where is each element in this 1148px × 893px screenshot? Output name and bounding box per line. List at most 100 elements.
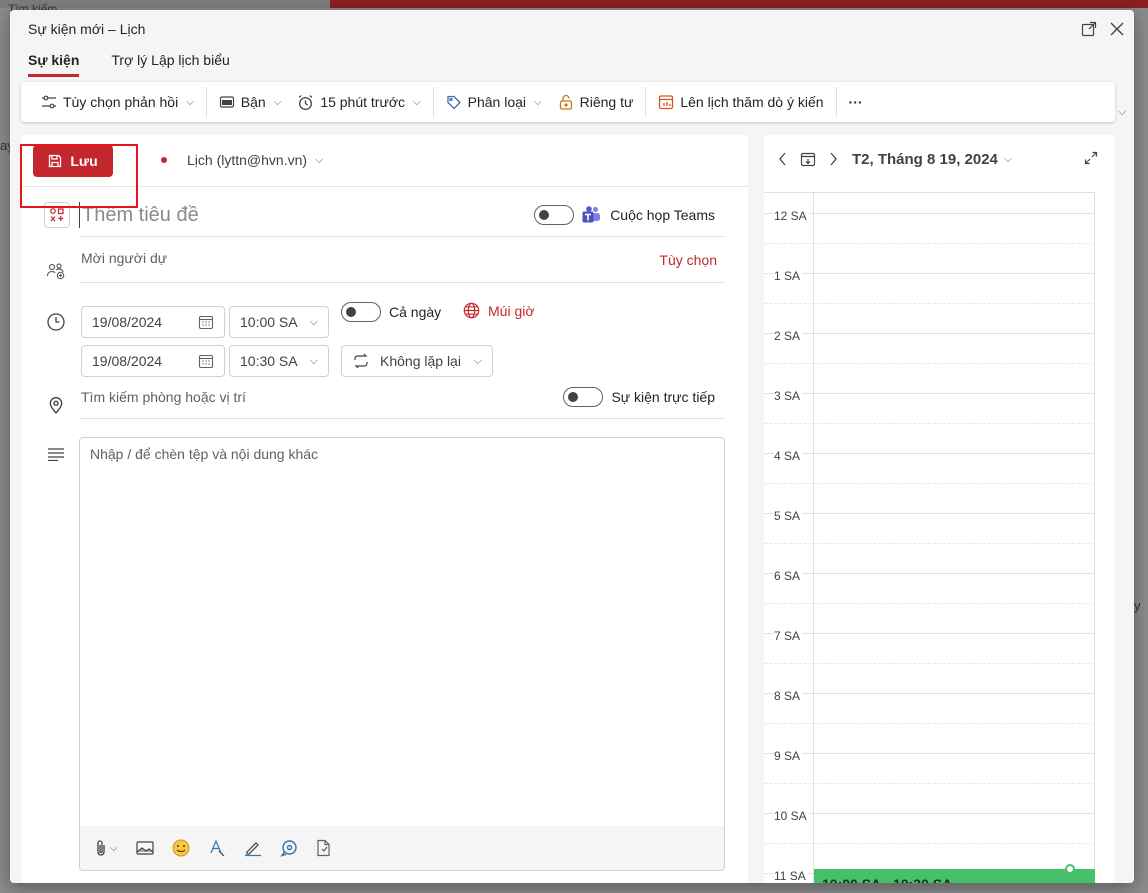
document-sparkle-icon [316, 839, 330, 857]
calendar-header: T2, Tháng 8 19, 2024 ⌵ [764, 135, 1114, 183]
hour-line [764, 393, 1095, 394]
in-person-label: Sự kiện trực tiếp [611, 389, 715, 405]
more-options-button[interactable]: ··· [841, 88, 871, 116]
start-time-picker[interactable]: 10:00 SA ⌵ [229, 306, 329, 338]
hour-line [764, 333, 1095, 334]
emoji-button[interactable] [172, 839, 190, 857]
hour-row[interactable]: 7 SA [764, 629, 1095, 693]
popout-button[interactable] [1078, 18, 1100, 40]
insert-picture-button[interactable] [135, 840, 154, 856]
save-icon [49, 154, 62, 168]
calendar-date-selector[interactable]: T2, Tháng 8 19, 2024 ⌵ [852, 151, 1012, 168]
half-hour-line [764, 243, 1095, 244]
tag-icon [446, 95, 461, 110]
ribbon-expand-chevron-icon[interactable]: ⌵ [1118, 106, 1126, 119]
hour-grid[interactable]: 12 SA 1 SA 2 SA 3 SA 4 SA 5 SA 6 SA 7 SA 8 SA 9 S… [764, 192, 1095, 883]
category-picker-button[interactable] [44, 202, 70, 228]
end-date-picker[interactable]: 19/08/2024 [81, 345, 225, 377]
title-row: Thêm tiêu đề Cuộc họp Teams [79, 197, 725, 237]
expand-calendar-button[interactable] [1084, 151, 1098, 165]
ribbon-toolbar: Tùy chọn phản hồi ⌵ Bận ⌵ 15 phút trước … [21, 82, 1115, 122]
categorize-button[interactable]: Phân loại ⌵ [438, 88, 550, 116]
teams-meeting-toggle[interactable] [534, 205, 575, 225]
attendees-input[interactable]: Mời người dự [81, 250, 167, 266]
calendar-event-block[interactable]: 10:00 SA - 10:30 SA [814, 864, 1095, 883]
repeat-icon [354, 353, 368, 369]
hour-row[interactable]: 2 SA [764, 329, 1095, 393]
hour-row[interactable]: 10 SA [764, 809, 1095, 873]
end-time-picker[interactable]: 10:30 SA ⌵ [229, 345, 329, 377]
loop-icon [279, 840, 297, 857]
calendar-selector[interactable]: Lịch (lyttn@hvn.vn) ⌵ [161, 152, 323, 168]
event-resize-handle-top[interactable] [1065, 864, 1075, 874]
calendar-date-label: T2, Tháng 8 19, 2024 [852, 151, 998, 168]
chevron-down-icon: ⌵ [1003, 153, 1013, 165]
text-lines-icon [45, 443, 67, 465]
save-label: Lưu [70, 153, 98, 169]
hour-line [764, 633, 1095, 634]
title-input[interactable]: Thêm tiêu đề [79, 202, 199, 228]
location-input[interactable]: Tìm kiếm phòng hoặc vị trí [81, 389, 246, 405]
show-as-button[interactable]: Bận ⌵ [211, 88, 290, 116]
response-options-button[interactable]: Tùy chọn phản hồi ⌵ [33, 88, 202, 116]
reminder-button[interactable]: 15 phút trước ⌵ [289, 88, 428, 116]
event-form-panel: Lưu Lịch (lyttn@hvn.vn) ⌵ Thêm tiêu đề C… [21, 135, 748, 883]
hour-label: 3 SA [774, 389, 803, 403]
calendar-icon [198, 354, 214, 369]
chevron-right-icon [830, 152, 837, 166]
close-icon [1110, 22, 1124, 36]
scheduling-poll-button[interactable]: Lên lịch thăm dò ý kiến [650, 88, 831, 116]
hour-row[interactable]: 5 SA [764, 509, 1095, 573]
hour-row[interactable]: 4 SA [764, 449, 1095, 513]
hour-row[interactable]: 3 SA [764, 389, 1095, 453]
start-time-value: 10:00 SA [240, 314, 298, 330]
calendar-label: Lịch (lyttn@hvn.vn) [187, 152, 308, 168]
hour-label: 12 SA [774, 209, 809, 223]
hour-row[interactable]: 6 SA [764, 569, 1095, 633]
background-side-text-right: y [1134, 598, 1141, 613]
hour-line [764, 753, 1095, 754]
half-hour-line [764, 663, 1095, 664]
tab-scheduling-assistant[interactable]: Trợ lý Lập lịch biểu [111, 52, 229, 77]
hour-label: 2 SA [774, 329, 803, 343]
attendees-row: Mời người dự Tùy chọn [79, 245, 725, 283]
hour-label: 4 SA [774, 449, 803, 463]
category-icon [50, 208, 64, 222]
private-button[interactable]: Riêng tư [550, 88, 642, 116]
attendee-options-link[interactable]: Tùy chọn [659, 252, 717, 268]
ribbon-divider [835, 87, 837, 117]
chevron-down-icon: ⌵ [309, 315, 318, 328]
hour-row[interactable]: 8 SA [764, 689, 1095, 753]
next-day-button[interactable] [828, 152, 838, 166]
half-hour-line [764, 483, 1095, 484]
clock-icon [45, 311, 67, 333]
timezone-button[interactable]: Múi giờ [463, 302, 535, 319]
save-button[interactable]: Lưu [33, 145, 113, 177]
hour-row[interactable]: 12 SA [764, 209, 1095, 273]
half-hour-line [764, 723, 1095, 724]
previous-day-button[interactable] [778, 152, 788, 166]
in-person-toggle[interactable] [563, 387, 604, 407]
close-button[interactable] [1106, 18, 1128, 40]
half-hour-line [764, 363, 1095, 364]
hour-label: 10 SA [774, 809, 809, 823]
calendar-icon [198, 315, 214, 330]
dialog-title: Sự kiện mới – Lịch [28, 21, 146, 37]
start-date-picker[interactable]: 19/08/2024 [81, 306, 225, 338]
hour-label: 9 SA [774, 749, 803, 763]
tab-event[interactable]: Sự kiện [28, 52, 80, 77]
end-date-value: 19/08/2024 [92, 353, 163, 369]
go-to-today-button[interactable] [800, 151, 816, 167]
hour-row[interactable]: 1 SA [764, 269, 1095, 333]
hour-row[interactable]: 9 SA [764, 749, 1095, 813]
loop-button[interactable] [279, 839, 298, 857]
body-editor[interactable]: Nhập / để chèn tệp và nội dung khác ⌵ [79, 437, 725, 871]
hour-line [764, 273, 1095, 274]
repeat-selector[interactable]: Không lặp lại ⌵ [341, 345, 493, 377]
signature-button[interactable] [244, 839, 262, 857]
viva-insights-button[interactable] [316, 839, 332, 857]
all-day-label: Cả ngày [389, 304, 442, 320]
all-day-toggle[interactable] [341, 302, 381, 322]
format-text-button[interactable] [208, 839, 226, 857]
attach-button[interactable]: ⌵ [94, 839, 118, 857]
